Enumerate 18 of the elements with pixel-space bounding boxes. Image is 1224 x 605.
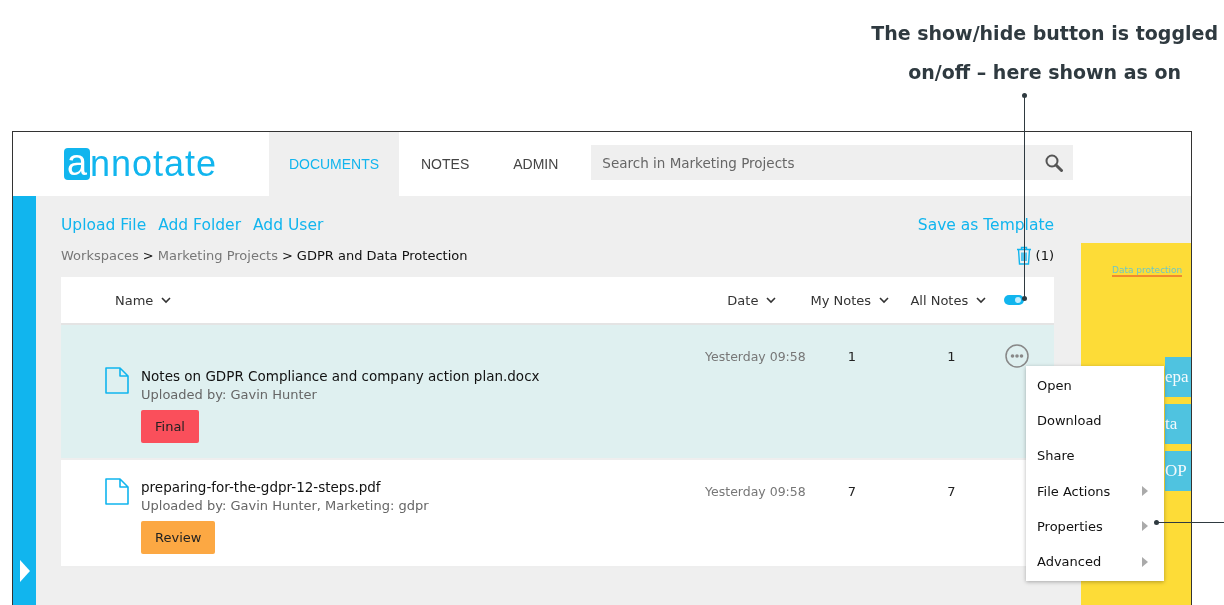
highlighted-text: Data protection bbox=[1112, 265, 1183, 277]
logo: annotate bbox=[64, 146, 218, 182]
caption-text: The show/hide button is toggled on/off – here shown as on bbox=[871, 21, 1218, 85]
note-count: 1 bbox=[946, 348, 957, 366]
breadcrumb-separator: > bbox=[142, 247, 154, 263]
uploader-text: Uploaded by: Gavin Hunter bbox=[141, 386, 317, 404]
preview-text: ta bbox=[1165, 404, 1191, 444]
note-count: 1 bbox=[846, 348, 857, 366]
note-count: 7 bbox=[946, 483, 957, 501]
preview-text: OP bbox=[1165, 451, 1191, 491]
uploader-text: Uploaded by: Gavin Hunter, Marketing: gdpr bbox=[141, 497, 429, 515]
breadcrumb-separator: > bbox=[281, 247, 293, 263]
breadcrumb-item: GDPR and Data Protection bbox=[296, 247, 468, 263]
trash-count: (1) bbox=[1035, 247, 1054, 263]
date-text: Yesterday 09:58 bbox=[704, 483, 806, 501]
date-text: Yesterday 09:58 bbox=[704, 348, 806, 366]
preview-text: epa bbox=[1165, 357, 1191, 397]
note-count: 7 bbox=[846, 483, 857, 501]
